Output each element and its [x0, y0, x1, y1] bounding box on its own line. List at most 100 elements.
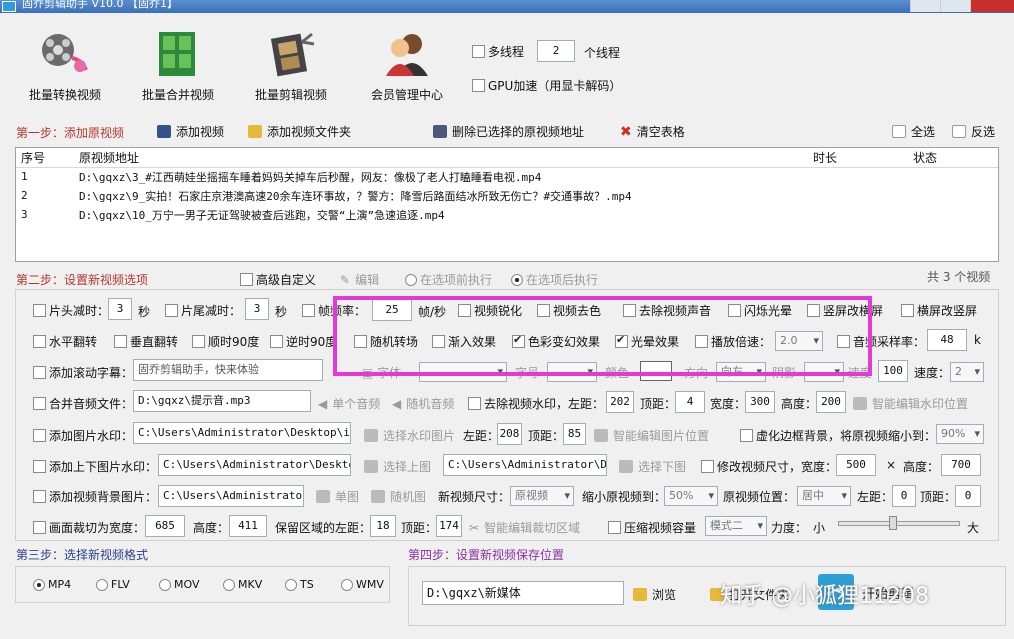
- member-center-button[interactable]: 会员管理中心: [362, 28, 452, 103]
- updown-watermark-checkbox[interactable]: [33, 460, 46, 473]
- choose-up-button[interactable]: 选择上图: [364, 458, 431, 475]
- format-wmv[interactable]: WMV: [341, 578, 384, 591]
- smart-image-button[interactable]: 智能编辑图片位置: [594, 427, 709, 444]
- choose-down-button[interactable]: 选择下图: [619, 458, 686, 475]
- random-audio-button[interactable]: ◀ 随机音频: [392, 395, 454, 412]
- format-radio[interactable]: [159, 578, 171, 591]
- head-cut-input[interactable]: 3: [108, 298, 132, 320]
- col-status[interactable]: 状态: [908, 148, 998, 168]
- resize-option[interactable]: 修改视频尺寸，宽度：: [701, 458, 837, 475]
- table-row[interactable]: 3 D:\gqxz\10_万宁一男子无证驾驶被查后逃跑，交警“上演”急速追逐.mp…: [16, 205, 998, 224]
- add-video-button[interactable]: 添加视频: [157, 123, 224, 140]
- format-radio[interactable]: [341, 578, 353, 591]
- before-radio[interactable]: [405, 273, 417, 286]
- browse-button[interactable]: 浏览: [633, 586, 676, 603]
- batch-clip-button[interactable]: 批量剪辑视频: [246, 28, 336, 103]
- format-mp4[interactable]: MP4: [33, 578, 71, 591]
- hflip-option[interactable]: 水平翻转: [33, 333, 97, 350]
- advanced-option[interactable]: 高级自定义: [240, 271, 316, 288]
- single-audio-button[interactable]: ◀ 单个音频: [318, 395, 380, 412]
- merge-audio-option[interactable]: 合并音频文件：: [33, 395, 133, 412]
- delete-selected-button[interactable]: 删除已选择的原视频地址: [433, 123, 584, 140]
- before-option[interactable]: 在选项前执行: [405, 271, 492, 288]
- frame-rate-checkbox[interactable]: [302, 304, 315, 317]
- blur-border-checkbox[interactable]: [740, 429, 753, 442]
- format-radio[interactable]: [96, 578, 108, 591]
- format-radio[interactable]: [285, 578, 297, 591]
- force-slider-thumb[interactable]: [889, 516, 898, 530]
- ccw90-checkbox[interactable]: [270, 335, 283, 348]
- compress-option[interactable]: 压缩视频容量: [608, 519, 696, 536]
- batch-convert-button[interactable]: 批量转换视频: [20, 28, 110, 103]
- hflip-checkbox[interactable]: [33, 335, 46, 348]
- cw90-option[interactable]: 顺时90度: [192, 333, 259, 350]
- blur-border-option[interactable]: 虚化边框背景，将原视频缩小到：: [740, 427, 936, 444]
- close-button[interactable]: [970, 0, 1014, 12]
- remove-watermark-option[interactable]: 去除视频水印，左距：: [468, 395, 604, 412]
- resize-height-input[interactable]: 700: [941, 454, 981, 476]
- video-list-table[interactable]: 序号 原视频地址 时长 状态 1 D:\gqxz\3_#江西萌娃坐摇摇车睡着妈妈关…: [15, 147, 999, 262]
- col-duration[interactable]: 时长: [808, 148, 908, 168]
- head-cut-option[interactable]: 片头减时：: [33, 302, 109, 319]
- smart-watermark-button[interactable]: 智能编辑水印位置: [853, 395, 968, 412]
- compress-mode-select[interactable]: 模式二: [705, 516, 767, 536]
- v2h-checkbox[interactable]: [901, 304, 914, 317]
- add-folder-button[interactable]: 添加视频文件夹: [248, 123, 351, 140]
- tail-cut-checkbox[interactable]: [165, 304, 178, 317]
- scroll-subtitle-option[interactable]: 添加滚动字幕：: [33, 364, 133, 381]
- threads-input[interactable]: 2: [537, 40, 575, 62]
- watermark-height-input[interactable]: 200: [816, 391, 846, 413]
- scroll-subtitle-checkbox[interactable]: [33, 366, 46, 379]
- resize-checkbox[interactable]: [701, 460, 714, 473]
- down-image-path[interactable]: C:\Users\Administrator\Desk: [443, 454, 607, 476]
- format-mkv[interactable]: MKV: [223, 578, 262, 591]
- watermark-left-input[interactable]: 202: [606, 391, 634, 413]
- scroll-subtitle-input[interactable]: 固乔剪辑助手，快来体验: [133, 359, 323, 381]
- image-watermark-path[interactable]: C:\Users\Administrator\Desktop\img-q: [133, 422, 351, 444]
- multithread-option[interactable]: 多线程: [472, 43, 524, 60]
- vflip-option[interactable]: 垂直翻转: [114, 333, 178, 350]
- smart-crop-button[interactable]: ✂ 智能编辑裁切区域: [469, 519, 580, 536]
- speed2-select[interactable]: 2: [950, 362, 984, 382]
- after-option[interactable]: 在选项后执行: [511, 271, 598, 288]
- image-watermark-option[interactable]: 添加图片水印：: [33, 427, 133, 444]
- remove-watermark-checkbox[interactable]: [468, 397, 481, 410]
- updown-watermark-option[interactable]: 添加上下图片水印：: [33, 458, 157, 475]
- keep-left-input[interactable]: 18: [370, 515, 396, 537]
- save-path-input[interactable]: D:\gqxz\新媒体: [422, 581, 624, 605]
- col-path[interactable]: 原视频地址: [74, 148, 808, 168]
- choose-watermark-button[interactable]: 选择水印图片: [364, 427, 455, 444]
- resize-width-input[interactable]: 500: [836, 454, 876, 476]
- format-flv[interactable]: FLV: [96, 578, 130, 591]
- watermark-width-input[interactable]: 300: [745, 391, 775, 413]
- crop-height-input[interactable]: 411: [229, 515, 267, 537]
- tail-cut-input[interactable]: 3: [245, 298, 269, 320]
- up-image-path[interactable]: C:\Users\Administrator\Desktop\i: [158, 454, 351, 476]
- table-row[interactable]: 2 D:\gqxz\9_实拍！石家庄京港澳高速20余车连环事故，？警方：降雪后路面…: [16, 186, 998, 205]
- advanced-checkbox[interactable]: [240, 273, 253, 286]
- gpu-checkbox[interactable]: [472, 79, 485, 92]
- vflip-checkbox[interactable]: [114, 335, 127, 348]
- minimize-button[interactable]: [910, 0, 940, 12]
- random-image-button[interactable]: 随机图: [371, 488, 426, 505]
- bg-image-path[interactable]: C:\Users\Administrator\I: [158, 485, 304, 507]
- keep-top-input[interactable]: 174: [436, 515, 462, 537]
- multithread-checkbox[interactable]: [472, 45, 485, 58]
- invert-selection-button[interactable]: 反选: [952, 123, 995, 140]
- bg-image-option[interactable]: 添加视频背景图片：: [33, 488, 157, 505]
- crop-checkbox[interactable]: [33, 521, 46, 534]
- watermark-top-input[interactable]: 4: [675, 391, 705, 413]
- single-image-button[interactable]: 单图: [316, 488, 359, 505]
- clear-table-button[interactable]: ✖ 清空表格: [620, 123, 685, 140]
- sample-rate-input[interactable]: 48: [927, 329, 967, 351]
- new-size-select[interactable]: 原视频: [510, 486, 574, 506]
- blur-scale-select[interactable]: 90%: [936, 424, 984, 444]
- image-left-input[interactable]: 208: [497, 423, 522, 445]
- compress-checkbox[interactable]: [608, 521, 621, 534]
- image-top-input[interactable]: 85: [563, 423, 586, 445]
- tail-cut-option[interactable]: 片尾减时：: [165, 302, 241, 319]
- shrink-select[interactable]: 50%: [664, 486, 718, 506]
- batch-merge-button[interactable]: 批量合并视频: [133, 28, 223, 103]
- maximize-button[interactable]: [940, 0, 970, 12]
- bg-top-input[interactable]: 0: [955, 485, 981, 507]
